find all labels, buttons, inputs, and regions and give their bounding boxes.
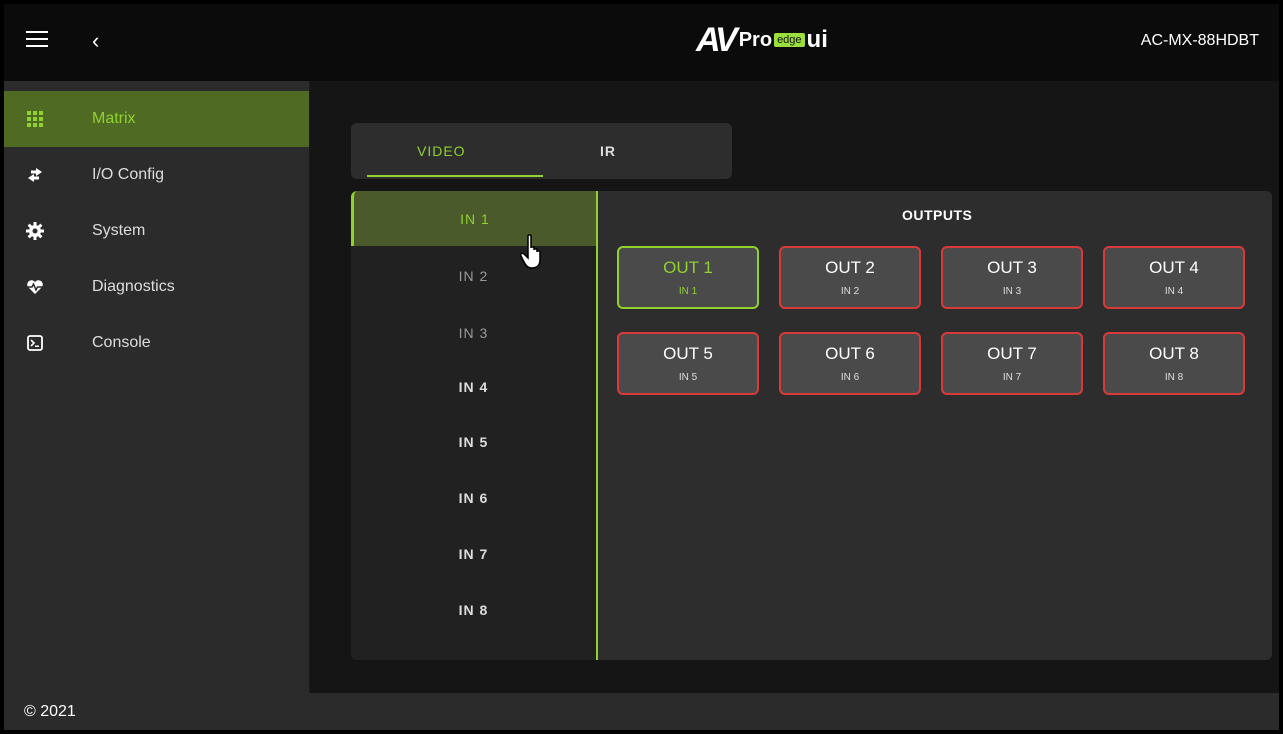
input-item-5[interactable]: IN 5 bbox=[351, 414, 596, 469]
top-bar: ‹ AV Pro edge ui AC-MX-88HDBT bbox=[4, 4, 1279, 81]
grid-icon bbox=[26, 110, 44, 128]
footer: © 2021 bbox=[4, 693, 1279, 730]
input-item-4[interactable]: IN 4 bbox=[351, 359, 596, 414]
output-source: IN 2 bbox=[840, 286, 860, 297]
logo-av: AV bbox=[696, 20, 738, 59]
sidebar-item-system[interactable]: System bbox=[4, 203, 309, 259]
logo-pro: Pro bbox=[738, 28, 773, 51]
output-source: IN 7 bbox=[1002, 372, 1022, 383]
output-button-4[interactable]: OUT 4 IN 4 bbox=[1103, 246, 1245, 309]
brand-logo: AV Pro edge ui bbox=[696, 20, 828, 60]
sidebar-item-console[interactable]: Console bbox=[4, 315, 309, 371]
output-button-8[interactable]: OUT 8 IN 8 bbox=[1103, 332, 1245, 395]
output-source: IN 5 bbox=[678, 372, 698, 383]
terminal-icon bbox=[26, 334, 44, 352]
sidebar-item-label: Matrix bbox=[92, 110, 136, 127]
sidebar-item-label: I/O Config bbox=[92, 166, 165, 183]
output-source: IN 3 bbox=[1002, 286, 1022, 297]
sidebar-item-label: System bbox=[92, 222, 146, 239]
sidebar-item-diagnostics[interactable]: Diagnostics bbox=[4, 259, 309, 315]
output-source: IN 4 bbox=[1164, 286, 1184, 297]
tab-bar: VIDEO IR bbox=[351, 123, 732, 179]
output-button-5[interactable]: OUT 5 IN 5 bbox=[617, 332, 759, 395]
output-name: OUT 4 bbox=[1149, 258, 1199, 277]
output-name: OUT 2 bbox=[825, 258, 875, 277]
device-name: AC-MX-88HDBT bbox=[1140, 32, 1259, 49]
output-name: OUT 8 bbox=[1149, 344, 1199, 363]
sidebar-item-io-config[interactable]: I/O Config bbox=[4, 147, 309, 203]
sidebar: Matrix I/O Config System Diagnostics Con… bbox=[4, 81, 310, 693]
output-name: OUT 6 bbox=[825, 344, 875, 363]
active-tab-indicator bbox=[367, 175, 543, 177]
hamburger-menu-icon[interactable] bbox=[26, 31, 48, 49]
input-item-8[interactable]: IN 8 bbox=[351, 582, 596, 637]
chevron-left-icon[interactable]: ‹ bbox=[92, 28, 99, 54]
routing-panel: IN 1 IN 2 IN 3 IN 4 IN 5 IN 6 IN 7 IN 8 … bbox=[351, 191, 1272, 660]
input-item-2[interactable]: IN 2 bbox=[351, 248, 596, 303]
input-item-6[interactable]: IN 6 bbox=[351, 470, 596, 525]
outputs-heading: OUTPUTS bbox=[902, 207, 973, 223]
input-item-3[interactable]: IN 3 bbox=[351, 305, 596, 360]
output-button-3[interactable]: OUT 3 IN 3 bbox=[941, 246, 1083, 309]
output-button-2[interactable]: OUT 2 IN 2 bbox=[779, 246, 921, 309]
output-name: OUT 7 bbox=[987, 344, 1037, 363]
sidebar-item-label: Console bbox=[92, 334, 151, 351]
input-item-1[interactable]: IN 1 bbox=[351, 191, 596, 246]
input-list: IN 1 IN 2 IN 3 IN 4 IN 5 IN 6 IN 7 IN 8 bbox=[351, 191, 598, 660]
sidebar-item-label: Diagnostics bbox=[92, 278, 175, 295]
heart-pulse-icon bbox=[26, 278, 44, 296]
output-source: IN 1 bbox=[678, 286, 698, 297]
copyright-text: © 2021 bbox=[24, 703, 76, 720]
input-item-7[interactable]: IN 7 bbox=[351, 526, 596, 581]
sidebar-item-matrix[interactable]: Matrix bbox=[4, 91, 309, 147]
logo-ui: ui bbox=[806, 26, 828, 53]
output-name: OUT 5 bbox=[663, 344, 713, 363]
app-window: ‹ AV Pro edge ui AC-MX-88HDBT Matrix I/O… bbox=[4, 4, 1279, 730]
output-button-7[interactable]: OUT 7 IN 7 bbox=[941, 332, 1083, 395]
output-name: OUT 3 bbox=[987, 258, 1037, 277]
output-source: IN 8 bbox=[1164, 372, 1184, 383]
output-source: IN 6 bbox=[840, 372, 860, 383]
pointer-hand-icon bbox=[520, 234, 541, 269]
logo-edge: edge bbox=[774, 33, 805, 47]
swap-arrows-icon bbox=[26, 166, 44, 184]
tab-video[interactable]: VIDEO bbox=[417, 143, 466, 159]
output-button-1[interactable]: OUT 1 IN 1 bbox=[617, 246, 759, 309]
gear-icon bbox=[26, 222, 44, 240]
output-button-6[interactable]: OUT 6 IN 6 bbox=[779, 332, 921, 395]
tab-ir[interactable]: IR bbox=[600, 143, 616, 159]
output-name: OUT 1 bbox=[663, 258, 713, 277]
